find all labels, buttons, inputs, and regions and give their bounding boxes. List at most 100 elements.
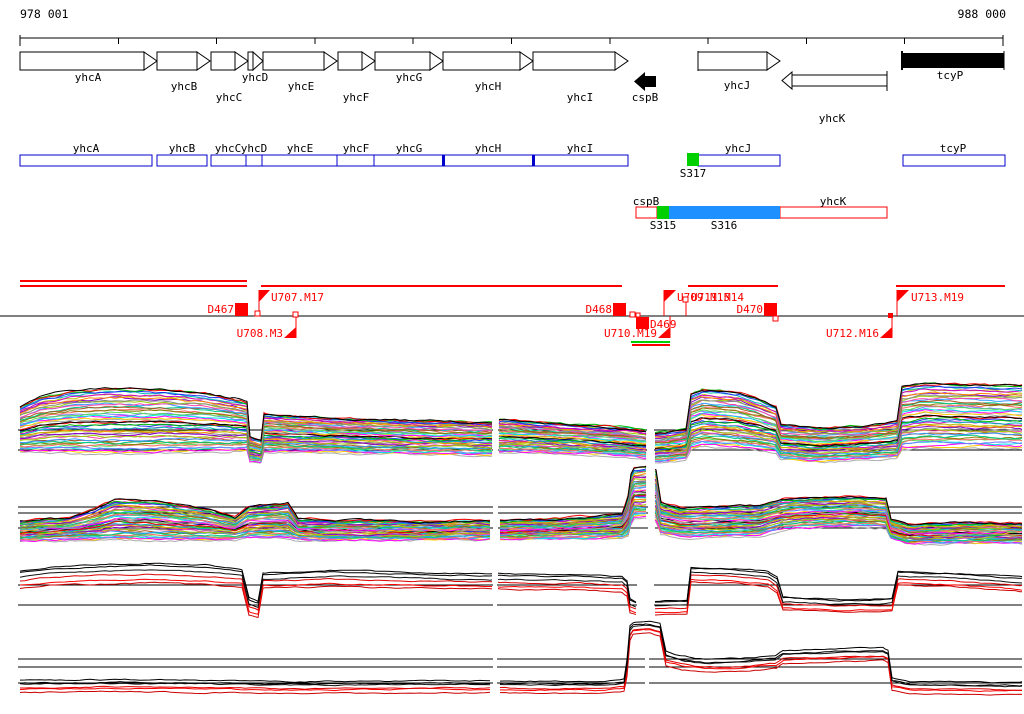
marker-flag[interactable] — [259, 290, 270, 302]
gene-yhcA[interactable]: yhcA — [19, 51, 158, 84]
gene-yhcH[interactable]: yhcH — [442, 51, 534, 93]
profile-line — [19, 678, 491, 683]
unit-box-blue[interactable] — [336, 154, 375, 167]
marker-open-square[interactable] — [629, 311, 636, 318]
segment-label-S315: S315 — [650, 219, 677, 232]
gene-arrow-head-yhcB[interactable] — [196, 51, 211, 71]
gene-arrow-head-yhcE[interactable] — [323, 51, 338, 71]
marker-open-square[interactable] — [292, 311, 299, 318]
unit-box-divider — [442, 155, 445, 166]
marker-D470[interactable]: D470 — [737, 303, 779, 322]
marker-flag[interactable] — [880, 327, 892, 338]
unit-box-blue[interactable] — [373, 154, 444, 167]
segment-box-S315[interactable] — [657, 206, 669, 219]
gene-yhcE[interactable]: yhcE — [262, 51, 338, 93]
marker-open-square[interactable] — [772, 315, 779, 322]
gene-arrow-head-yhcJ[interactable] — [766, 51, 781, 71]
unit-box-blue[interactable] — [156, 154, 208, 167]
unit-box-blue[interactable] — [245, 154, 263, 167]
unit-box-blue[interactable] — [532, 154, 629, 167]
unit-row-blue: yhcA yhcB yhcC yhcD yhcE yhcF yhcG yhcH yhcI yhcJ… — [19, 142, 1006, 180]
gene-arrow-head-yhcG[interactable] — [429, 51, 444, 71]
gene-arrow-body-yhcK[interactable] — [791, 74, 888, 87]
marker-square[interactable] — [613, 303, 626, 316]
marker-square[interactable] — [888, 313, 893, 318]
gene-yhcI[interactable]: yhcI — [532, 51, 629, 104]
gene-yhcJ[interactable]: yhcJ — [697, 51, 781, 92]
gene-arrow-body-yhcE[interactable] — [262, 51, 325, 71]
unit-label-tcyP: tcyP — [940, 142, 967, 155]
gene-arrow-head-yhcH[interactable] — [519, 51, 534, 71]
gene-yhcG[interactable]: yhcG — [374, 51, 444, 84]
gene-cspB[interactable]: cspB — [632, 72, 659, 104]
unit-box-blue[interactable] — [210, 154, 247, 167]
gene-glyphs: yhcA yhcB yhcC yhcD yhcE yhcF yhcG yhcH yhcI cspB… — [19, 50, 1005, 125]
expression-track-forward-probes-all-conditions — [18, 382, 1023, 464]
unit-box-blue[interactable] — [902, 154, 1006, 167]
gene-arrow-head-cspB[interactable] — [634, 72, 645, 91]
gene-arrow-body-yhcC[interactable] — [210, 51, 236, 71]
gene-arrow-head-yhcA[interactable] — [143, 51, 158, 71]
gene-label-yhcA: yhcA — [75, 71, 102, 84]
transcript-label-yhcK: yhcK — [820, 195, 847, 208]
gene-arrow-head-yhcD[interactable] — [252, 50, 264, 72]
marker-D468[interactable]: D468 — [586, 303, 627, 316]
marker-label-U710.M19: U710.M19 — [604, 327, 657, 340]
marker-U707.M17[interactable]: U707.M17 — [254, 290, 324, 317]
gene-arrow-head-yhcF[interactable] — [361, 51, 376, 71]
gene-arrow-head-yhcK[interactable] — [781, 70, 793, 91]
marker-U711.M14[interactable]: U711.M14 — [682, 291, 744, 316]
segment-label-S317: S317 — [680, 167, 707, 180]
unit-box-blue[interactable] — [697, 154, 781, 167]
gene-label-cspB: cspB — [632, 91, 659, 104]
marker-square[interactable] — [764, 303, 777, 316]
unit-label-yhcH: yhcH — [475, 142, 502, 155]
gene-arrow-body-yhcJ[interactable] — [697, 51, 768, 71]
marker-open-square[interactable] — [635, 312, 641, 318]
gene-arrow-body-yhcA[interactable] — [19, 51, 145, 71]
unit-label-yhcI: yhcI — [567, 142, 594, 155]
gene-arrow-body-yhcH[interactable] — [442, 51, 521, 71]
marker-U712.M16[interactable]: U712.M16 — [826, 313, 893, 340]
expression-track-reverse-probes-all-conditions — [18, 465, 1023, 546]
gene-arrow-head-yhcC[interactable] — [234, 51, 249, 71]
gene-yhcF[interactable]: yhcF — [337, 51, 376, 104]
gene-label-yhcE: yhcE — [288, 80, 315, 93]
transcript-box-yhcK[interactable] — [779, 206, 888, 219]
gene-arrow-body-yhcF[interactable] — [337, 51, 363, 71]
gene-arrow-body-cspB[interactable] — [645, 76, 656, 87]
marker-square[interactable] — [235, 303, 248, 316]
marker-open-square[interactable] — [254, 310, 261, 317]
gene-yhcB[interactable]: yhcB — [156, 51, 211, 93]
segment-marker-S317[interactable] — [687, 153, 699, 166]
gene-arrow-body-yhcD[interactable] — [247, 51, 254, 71]
unit-box-blue[interactable] — [261, 154, 338, 167]
gene-arrow-body-yhcB[interactable] — [156, 51, 198, 71]
profile-line — [19, 690, 491, 695]
marker-label-U712.M16: U712.M16 — [826, 327, 879, 340]
gene-arrow-body-yhcI[interactable] — [532, 51, 616, 71]
gene-label-yhcK: yhcK — [819, 112, 846, 125]
gene-label-yhcJ: yhcJ — [724, 79, 751, 92]
unit-box-blue[interactable] — [442, 154, 534, 167]
gene-arrow-head-yhcI[interactable] — [614, 51, 629, 71]
marker-flag[interactable] — [284, 327, 296, 338]
segment-box-S316[interactable] — [669, 206, 780, 219]
region-end-coordinate: 988 000 — [957, 7, 1006, 21]
marker-flag[interactable] — [897, 290, 909, 302]
unit-box-blue[interactable] — [19, 154, 153, 167]
marker-label-D467: D467 — [208, 303, 235, 316]
marker-flag[interactable] — [664, 290, 676, 302]
profile-line — [19, 564, 493, 604]
marker-open-square[interactable] — [682, 296, 689, 303]
gene-tcyP[interactable]: tcyP — [901, 51, 1005, 82]
gene-box-tcyP[interactable] — [903, 53, 1004, 68]
gene-yhcK[interactable]: yhcK — [781, 70, 888, 125]
unit-box-divider — [532, 155, 535, 166]
gene-arrow-body-yhcG[interactable] — [374, 51, 431, 71]
transcript-box-cspB[interactable] — [635, 206, 658, 219]
gene-label-yhcI: yhcI — [567, 91, 594, 104]
gene-label-yhcD: yhcD — [242, 71, 269, 84]
marker-U713.M19[interactable]: U713.M19 — [896, 290, 964, 316]
marker-D467[interactable]: D467 — [208, 303, 249, 316]
